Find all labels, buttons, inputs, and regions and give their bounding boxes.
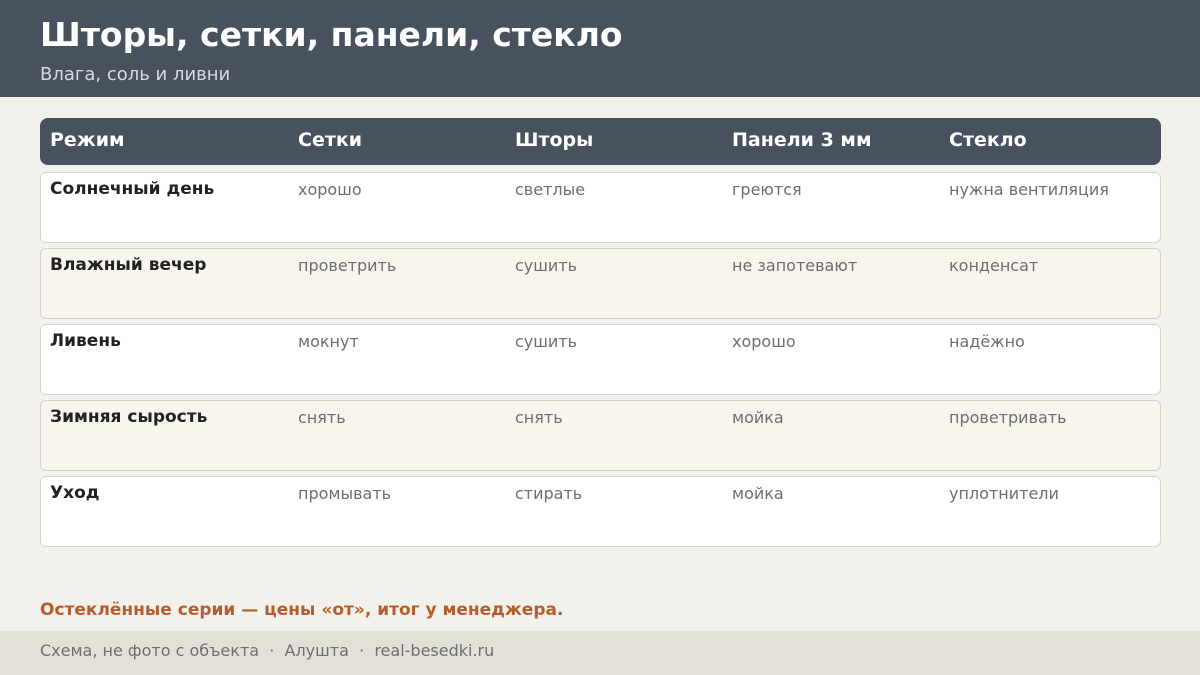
cell-curtains: сушить: [515, 256, 578, 275]
cell-curtains: сушить: [515, 332, 578, 351]
row-mode-label: Ливень: [50, 331, 121, 351]
cell-panels: мойка: [732, 408, 784, 427]
row-mode-label: Зимняя сырость: [50, 407, 208, 427]
cell-panels: мойка: [732, 484, 784, 503]
column-header-mode: Режим: [50, 129, 125, 151]
table-row: Солнечный день хорошо светлые греются ну…: [40, 172, 1161, 243]
page-header: Шторы, сетки, панели, стекло Влага, соль…: [0, 0, 1200, 97]
cell-nets: проветрить: [298, 256, 397, 275]
footer-caption: Схема, не фото с объекта · Алушта · real…: [40, 641, 495, 660]
cell-glass: уплотнители: [949, 484, 1059, 503]
cell-nets: промывать: [298, 484, 392, 503]
cell-panels: не запотевают: [732, 256, 858, 275]
row-mode-label: Уход: [50, 483, 100, 503]
cell-nets: мокнут: [298, 332, 359, 351]
cell-nets: снять: [298, 408, 346, 427]
row-mode-label: Влажный вечер: [50, 255, 207, 275]
cell-glass: надёжно: [949, 332, 1025, 351]
column-header-panels: Панели 3 мм: [732, 129, 872, 151]
cell-nets: хорошо: [298, 180, 362, 199]
column-header-nets: Сетки: [298, 129, 363, 151]
page-subtitle: Влага, соль и ливни: [40, 64, 231, 85]
cell-curtains: светлые: [515, 180, 586, 199]
column-header-glass: Стекло: [949, 129, 1027, 151]
table-row: Ливень мокнут сушить хорошо надёжно: [40, 324, 1161, 395]
pricing-note: Остеклённые серии — цены «от», итог у ме…: [40, 600, 564, 620]
cell-glass: нужна вентиляция: [949, 180, 1109, 199]
cell-curtains: снять: [515, 408, 563, 427]
page-footer: Схема, не фото с объекта · Алушта · real…: [0, 631, 1200, 675]
table-header: Режим Сетки Шторы Панели 3 мм Стекло: [40, 118, 1161, 165]
table-row: Уход промывать стирать мойка уплотнители: [40, 476, 1161, 547]
cell-panels: греются: [732, 180, 802, 199]
cell-glass: конденсат: [949, 256, 1039, 275]
column-header-curtains: Шторы: [515, 129, 594, 151]
row-mode-label: Солнечный день: [50, 179, 215, 199]
cell-glass: проветривать: [949, 408, 1067, 427]
table-row: Зимняя сырость снять снять мойка проветр…: [40, 400, 1161, 471]
table-row: Влажный вечер проветрить сушить не запот…: [40, 248, 1161, 319]
cell-curtains: стирать: [515, 484, 583, 503]
page-title: Шторы, сетки, панели, стекло: [40, 15, 623, 54]
cell-panels: хорошо: [732, 332, 796, 351]
